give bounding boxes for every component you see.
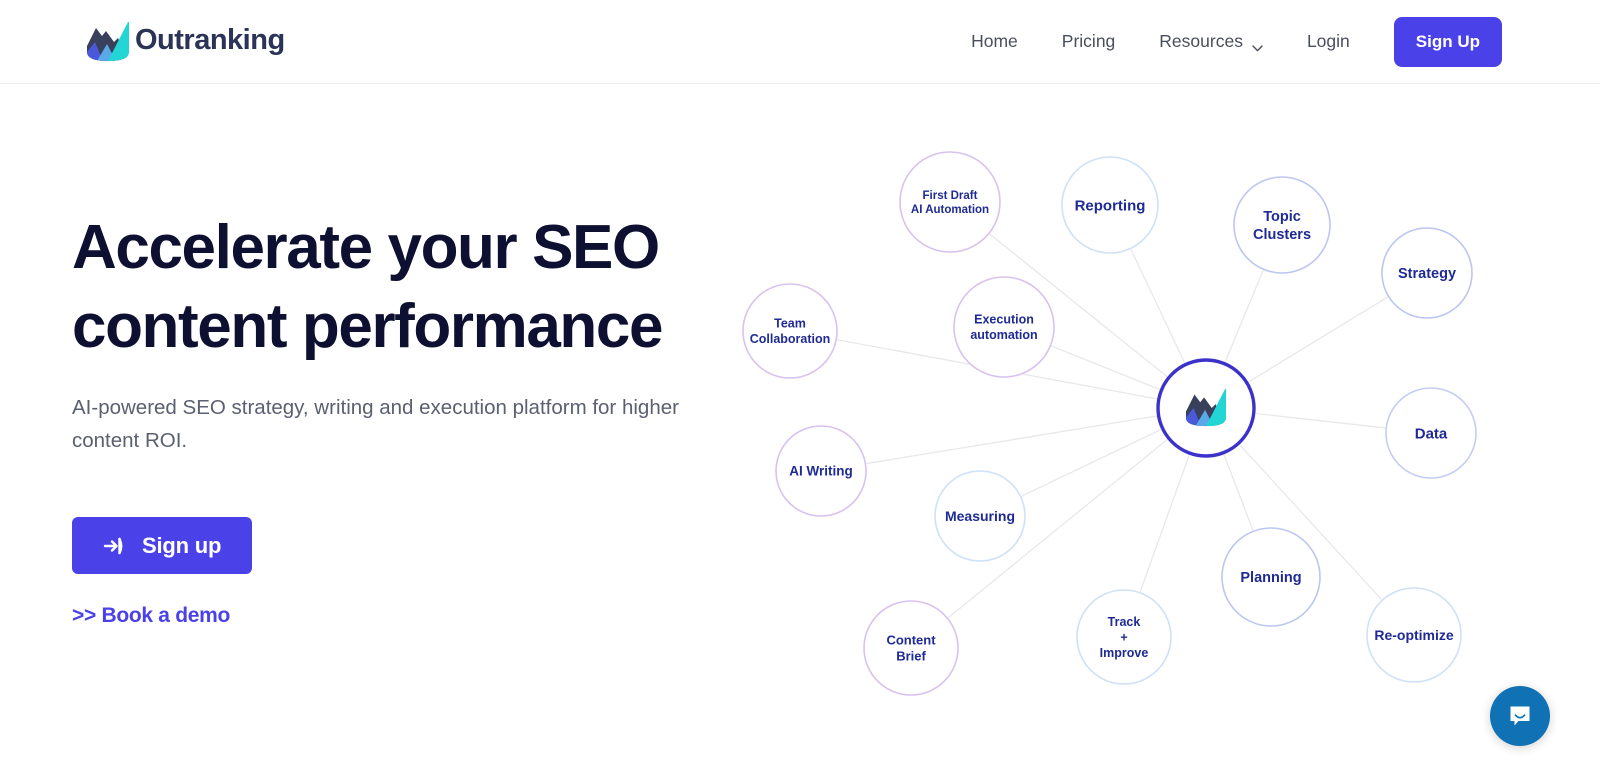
diagram-edge-data [1255,412,1386,429]
diagram-edge-measuring [1021,428,1162,497]
diagram-node-label: Execution [974,313,1034,327]
diagram-node-label: Measuring [945,508,1015,524]
nav-item-login[interactable]: Login [1307,25,1350,59]
diagram-node-label: AI Automation [911,204,989,216]
diagram-node-label: Track [1108,615,1141,629]
diagram-node-label: Strategy [1398,266,1456,282]
diagram-node-team-collaboration[interactable]: TeamCollaboration [742,283,838,379]
diagram-node-label: Content [886,632,936,647]
diagram-node-label: Re-optimize [1374,627,1454,643]
diagram-node-label: AI Writing [789,464,853,479]
diagram-node-label: Brief [896,649,926,664]
diagram-edge-topic-clusters [1224,270,1264,363]
brand-name: Outranking [135,23,285,56]
nav-item-pricing[interactable]: Pricing [1062,25,1116,59]
headline-line-2: content performance [72,292,663,362]
diagram-node-label: Planning [1240,570,1301,586]
diagram-node-label: Data [1415,425,1448,442]
hero-cta-group: Sign up >> Book a demo [72,517,752,628]
nav-item-resources-label: Resources [1159,31,1243,52]
diagram-hub-node [1156,358,1256,458]
page-title: Accelerate your SEO content performance [72,208,692,367]
diagram-edge-track-improve [1139,454,1190,593]
diagram-node-planning[interactable]: Planning [1221,527,1321,627]
hero-content: Accelerate your SEO content performance … [72,208,752,628]
diagram-node-strategy[interactable]: Strategy [1381,227,1473,319]
diagram-edge-planning [1223,454,1254,531]
main-navigation: Home Pricing Resources Login Sign Up [971,0,1600,84]
diagram-node-reporting[interactable]: Reporting [1061,156,1159,254]
chevron-down-icon [1252,39,1263,51]
diagram-edge-ai-writing [866,415,1157,465]
diagram-node-label: Reporting [1075,197,1146,214]
diagram-edge-reporting [1130,249,1186,364]
chat-launcher-button[interactable] [1490,686,1550,746]
diagram-node-topic-clusters[interactable]: Topic Clusters [1233,176,1331,274]
diagram-node-label: Topic [1263,209,1301,225]
diagram-node-measuring[interactable]: Measuring [934,470,1026,562]
brand-logo[interactable]: Outranking [83,16,285,64]
diagram-node-content-brief[interactable]: Content Brief [863,600,959,696]
site-header: Outranking Home Pricing Resources Login … [0,0,1600,84]
diagram-node-label: First Draft [923,190,978,202]
diagram-node-ai-writing[interactable]: AI Writing [775,425,867,517]
signup-button[interactable]: Sign Up [1393,17,1502,67]
diagram-node-label: Collaboration [750,332,831,346]
diagram-node-track-improve[interactable]: Track+ Improve [1076,589,1172,685]
diagram-node-label: Improve [1100,646,1149,660]
book-a-demo-link[interactable]: >> Book a demo [72,604,230,628]
hero-signup-label: Sign up [142,532,222,558]
chat-bubble-icon [1506,702,1534,730]
feature-network-diagram: First Draft AI Automation Reporting Topic Cl… [720,100,1540,720]
diagram-node-label: + [1120,630,1127,644]
diagram-node-label: Clusters [1253,227,1311,243]
diagram-node-label: Team [774,317,806,331]
diagram-node-re-optimize[interactable]: Re-optimize [1366,587,1462,683]
diagram-node-label: automation [970,328,1037,342]
headline-line-1: Accelerate your SEO [72,213,660,282]
hero-subheadline: AI-powered SEO strategy, writing and exe… [72,395,679,452]
diagram-node-data[interactable]: Data [1385,387,1477,479]
diagram-edge-strategy [1248,296,1389,383]
outranking-mountain-logo-icon [83,16,133,64]
login-arrow-icon [103,535,125,557]
diagram-node-execution-automation[interactable]: Executionautomation [953,276,1055,378]
nav-item-home[interactable]: Home [971,25,1018,59]
diagram-node-first-draft[interactable]: First Draft AI Automation [899,151,1001,253]
nav-item-resources[interactable]: Resources [1159,25,1263,59]
hero-signup-button[interactable]: Sign up [72,517,253,575]
